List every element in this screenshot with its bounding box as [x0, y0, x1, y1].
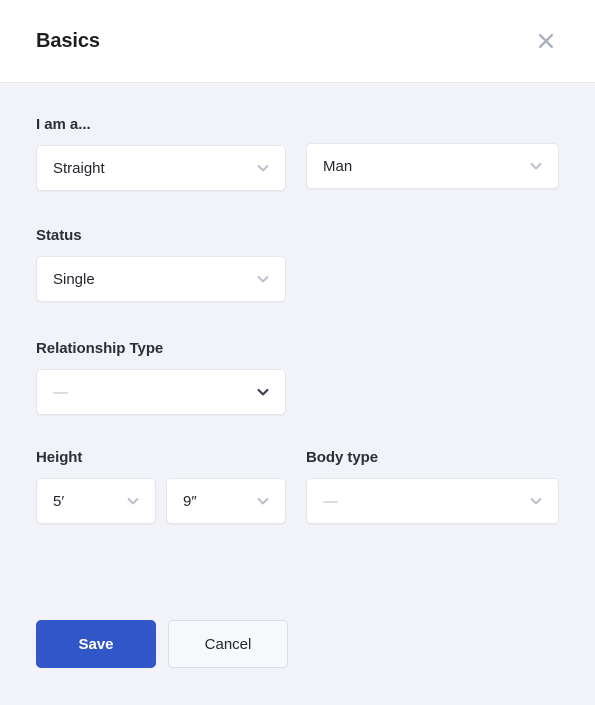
height-inches-value: 9″	[183, 492, 197, 510]
status-row: Status Single	[36, 227, 559, 302]
identity-row: I am a... Straight Man	[36, 116, 559, 191]
body-type-label: Body type	[306, 449, 379, 466]
relationship-type-select[interactable]: —	[36, 369, 286, 415]
height-body-row: Height 5′ 9″ Body type —	[36, 449, 559, 524]
page-title: Basics	[36, 29, 100, 52]
chevron-down-icon	[255, 271, 271, 287]
body-type-value: —	[323, 492, 338, 510]
gender-label-spacer	[306, 116, 559, 143]
modal-header: Basics	[0, 0, 595, 83]
status-field: Status Single	[36, 227, 306, 302]
body-type-field: Body type —	[306, 449, 559, 524]
relationship-type-label: Relationship Type	[36, 340, 164, 357]
modal-footer: Save Cancel	[0, 620, 595, 705]
orientation-value: Straight	[53, 159, 105, 177]
height-feet-value: 5′	[53, 492, 65, 510]
height-label: Height	[36, 449, 83, 466]
chevron-down-icon	[528, 493, 544, 509]
chevron-down-icon	[255, 384, 271, 400]
save-button[interactable]: Save	[36, 620, 156, 668]
height-field: Height 5′ 9″	[36, 449, 306, 524]
basics-modal: Basics I am a... Straight Man Status Sin…	[0, 0, 595, 705]
relationship-type-row: Relationship Type —	[36, 340, 559, 415]
chevron-down-icon	[125, 493, 141, 509]
relationship-type-field: Relationship Type —	[36, 340, 306, 415]
gender-select[interactable]: Man	[306, 143, 559, 189]
chevron-down-icon	[528, 158, 544, 174]
gender-field: Man	[306, 116, 559, 189]
height-selects: 5′ 9″	[36, 478, 306, 524]
modal-body: I am a... Straight Man Status Single Rel…	[0, 83, 595, 588]
cancel-button[interactable]: Cancel	[168, 620, 288, 668]
orientation-field: I am a... Straight	[36, 116, 306, 191]
chevron-down-icon	[255, 493, 271, 509]
gender-value: Man	[323, 157, 353, 175]
height-inches-select[interactable]: 9″	[166, 478, 286, 524]
status-value: Single	[53, 270, 95, 288]
height-feet-select[interactable]: 5′	[36, 478, 156, 524]
body-type-select[interactable]: —	[306, 478, 559, 524]
relationship-type-value: —	[53, 383, 68, 401]
orientation-select[interactable]: Straight	[36, 145, 286, 191]
orientation-label: I am a...	[36, 116, 91, 133]
status-select[interactable]: Single	[36, 256, 286, 302]
close-icon[interactable]	[533, 28, 559, 54]
chevron-down-icon	[255, 160, 271, 176]
status-label: Status	[36, 227, 82, 244]
